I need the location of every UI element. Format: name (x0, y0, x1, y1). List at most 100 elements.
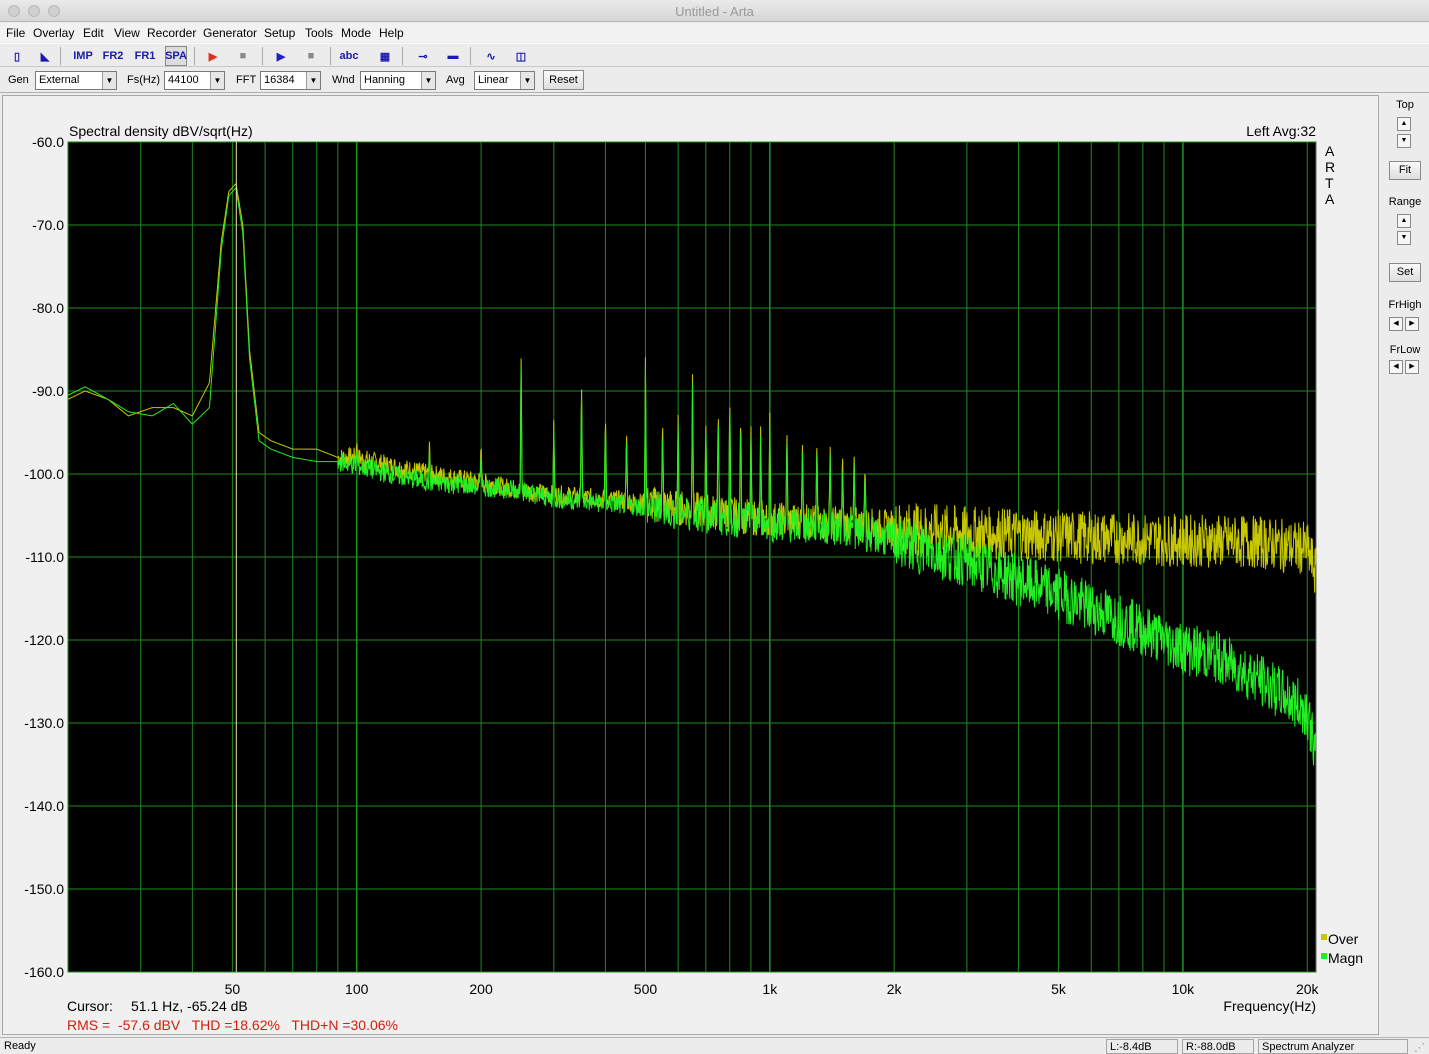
new-file-icon: ▯ (13, 50, 21, 63)
channel-info: Left Avg:32 (1246, 123, 1316, 139)
x-tick-label: 1k (762, 981, 778, 997)
y-tick-label: -150.0 (24, 881, 64, 897)
y-tick-label: -90.0 (32, 383, 64, 399)
menu-bar: File Overlay Edit View Recorder Generato… (0, 23, 1429, 42)
scope-view-button[interactable]: ◫ (510, 46, 532, 66)
range-down-arrow-icon[interactable]: ▼ (1397, 231, 1411, 245)
y-tick-label: -110.0 (25, 549, 64, 565)
toolbar-separator (60, 47, 61, 65)
open-file-icon: ◣ (40, 50, 50, 63)
wnd-select[interactable]: Hanning ▼ (360, 71, 436, 90)
range-up-arrow-icon[interactable]: ▲ (1397, 214, 1411, 228)
gen-label: Gen (8, 74, 29, 86)
play-icon: ▶ (276, 50, 286, 63)
measurement-params-bar: Gen External ▼ Fs(Hz) 44100 ▼ FFT 16384 … (0, 68, 1429, 93)
frlow-right-arrow-icon[interactable]: ▶ (1405, 360, 1419, 374)
toolbar-separator (470, 47, 471, 65)
menu-mode[interactable]: Mode (341, 26, 371, 40)
legend-swatch-magn (1321, 953, 1327, 959)
frlow-left-arrow-icon[interactable]: ◀ (1389, 360, 1403, 374)
menu-generator[interactable]: Generator (203, 26, 257, 40)
fft-select[interactable]: 16384 ▼ (260, 71, 321, 90)
new-file-button[interactable]: ▯ (6, 46, 28, 66)
x-tick-label: 2k (887, 981, 903, 997)
stop-play-button[interactable]: ■ (300, 46, 322, 66)
y-tick-label: -80.0 (32, 300, 64, 316)
record-button[interactable]: ▶ (202, 46, 224, 66)
chevron-down-icon: ▼ (210, 72, 224, 89)
settings-input-button[interactable]: ⊸ (412, 46, 434, 66)
top-down-arrow-icon[interactable]: ▼ (1397, 134, 1411, 148)
toolbar-separator (194, 47, 195, 65)
wnd-select-value: Hanning (364, 74, 405, 86)
x-tick-label: 500 (634, 981, 658, 997)
x-tick-label: 100 (345, 981, 369, 997)
brand-letter-t: T (1325, 175, 1334, 191)
scale-control-panel: Top ▲ ▼ Fit Range ▲ ▼ Set FrHigh ◀ ▶ FrL… (1381, 95, 1429, 1035)
signal-wave-button[interactable]: ∿ (480, 46, 502, 66)
settings-output-icon: ▬ (447, 50, 459, 62)
spectrum-chart[interactable]: -60.0 -70.0 -80.0 -90.0 -100.0 -110.0 -120.0 -1… (3, 96, 1380, 1036)
x-tick-label: 5k (1051, 981, 1067, 997)
y-tick-label: -100.0 (24, 466, 64, 482)
left-level-readout: L:-8.4dB (1106, 1039, 1178, 1054)
frhigh-right-arrow-icon[interactable]: ▶ (1405, 317, 1419, 331)
menu-file[interactable]: File (6, 26, 25, 40)
settings-gen-button[interactable]: ▦ (374, 46, 396, 66)
fit-button[interactable]: Fit (1389, 161, 1421, 180)
toolbar-separator (402, 47, 403, 65)
set-button[interactable]: Set (1389, 263, 1421, 282)
play-button[interactable]: ▶ (270, 46, 292, 66)
frhigh-left-arrow-icon[interactable]: ◀ (1389, 317, 1403, 331)
resize-grip-icon[interactable]: ⋰ (1414, 1041, 1425, 1054)
cursor-readout: 51.1 Hz, -65.24 dB (131, 998, 248, 1014)
avg-select-value: Linear (478, 74, 509, 86)
chevron-down-icon: ▼ (520, 72, 534, 89)
measurement-stats: RMS = -57.6 dBV THD =18.62% THD+N =30.06… (67, 1017, 398, 1033)
range-label: Range (1388, 196, 1422, 208)
x-tick-label: 50 (225, 981, 241, 997)
menu-edit[interactable]: Edit (83, 26, 104, 40)
record-icon: ▶ (208, 50, 218, 63)
chevron-down-icon: ▼ (421, 72, 435, 89)
legend-over: Over (1328, 931, 1359, 947)
menu-recorder[interactable]: Recorder (147, 26, 196, 40)
freq-response-1-button[interactable]: FR1 (134, 46, 156, 66)
impulse-mode-button[interactable]: IMP (72, 46, 94, 66)
status-text: Ready (4, 1040, 36, 1052)
y-tick-label: -70.0 (32, 217, 64, 233)
menu-view[interactable]: View (114, 26, 140, 40)
freq-response-2-button[interactable]: FR2 (102, 46, 124, 66)
stop-play-icon: ■ (307, 50, 315, 62)
chevron-down-icon: ▼ (306, 72, 320, 89)
top-up-arrow-icon[interactable]: ▲ (1397, 117, 1411, 131)
avg-select[interactable]: Linear ▼ (474, 71, 535, 90)
fft-select-value: 16384 (264, 74, 295, 86)
x-tick-label: 10k (1172, 981, 1196, 997)
menu-overlay[interactable]: Overlay (33, 26, 74, 40)
reset-button[interactable]: Reset (543, 70, 584, 90)
top-label: Top (1396, 99, 1414, 111)
y-tick-label: -130.0 (24, 715, 64, 731)
y-tick-label: -60.0 (32, 134, 64, 150)
toolbar: ▯ ◣ IMP FR2 FR1 SPA ▶ ■ ▶ ■ abc ▦ ⊸ ▬ ∿ ◫ (0, 43, 1429, 67)
mode-readout: Spectrum Analyzer (1258, 1039, 1408, 1054)
spectrum-analyzer-button[interactable]: SPA (165, 46, 187, 66)
menu-setup[interactable]: Setup (264, 26, 295, 40)
stop-record-button[interactable]: ■ (232, 46, 254, 66)
open-file-button[interactable]: ◣ (34, 46, 56, 66)
settings-output-button[interactable]: ▬ (442, 46, 464, 66)
menu-help[interactable]: Help (379, 26, 404, 40)
legend-swatch-over (1321, 934, 1327, 940)
settings-input-icon: ⊸ (418, 50, 428, 63)
y-tick-label: -160.0 (24, 964, 64, 980)
freq-response-1-icon: FR1 (134, 50, 156, 62)
menu-tools[interactable]: Tools (305, 26, 333, 40)
title-bar: Untitled - Arta (0, 0, 1429, 22)
calibrate-abc-button[interactable]: abc (338, 46, 360, 66)
brand-letter-a2: A (1325, 191, 1335, 207)
gen-select[interactable]: External ▼ (35, 71, 117, 90)
y-tick-label: -140.0 (24, 798, 64, 814)
legend-magn: Magn (1328, 950, 1363, 966)
fs-select[interactable]: 44100 ▼ (164, 71, 225, 90)
